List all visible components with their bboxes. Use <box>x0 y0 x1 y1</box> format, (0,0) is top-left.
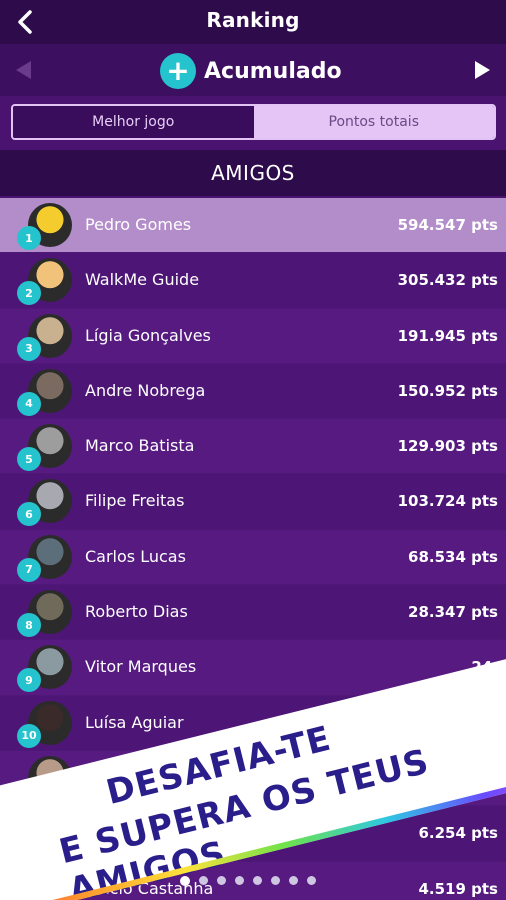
player-name: Lígia Gonçalves <box>85 325 211 345</box>
page-dot[interactable] <box>289 876 298 885</box>
player-name: Marco Batista <box>85 436 195 456</box>
ranking-row[interactable]: 10 Luísa Aguiar <box>0 695 506 751</box>
ranking-row[interactable]: 4 Andre Nobrega 150.952 pts <box>0 363 506 420</box>
ranking-row[interactable]: 2 WalkMe Guide 305.432 pts <box>0 253 506 309</box>
player-name: Vitor Marques <box>85 657 197 677</box>
rank-badge: 9 <box>17 668 41 693</box>
page-title: Ranking <box>206 8 300 32</box>
period-label-group: + Acumulado <box>160 52 342 90</box>
ranking-type-tabs: Melhor jogo Pontos totais <box>11 104 496 140</box>
player-points: 594.547 pts <box>397 216 498 234</box>
player-name: Filipe Freitas <box>85 491 185 511</box>
section-title: AMIGOS <box>0 150 506 196</box>
player-points: 305.432 pts <box>397 271 498 290</box>
header-bar: Ranking <box>0 0 506 44</box>
player-points: 24. <box>471 658 498 677</box>
tab-pontos-totais[interactable]: Pontos totais <box>253 106 494 138</box>
page-dot[interactable] <box>271 876 280 885</box>
page-dot[interactable] <box>307 876 316 885</box>
avatar <box>28 811 72 856</box>
ranking-row[interactable]: 8 Roberto Dias 28.347 pts <box>0 585 506 641</box>
ranking-row[interactable]: 9 Vitor Marques 24. <box>0 640 506 696</box>
player-points: 68.534 pts <box>408 547 498 566</box>
player-name: Pedro Gomes <box>85 215 192 234</box>
rank-badge: 4 <box>17 391 41 416</box>
player-points: 28.347 pts <box>408 603 498 622</box>
ranking-row[interactable]: 6.254 pts <box>0 806 506 862</box>
period-label: Acumulado <box>204 58 342 84</box>
ranking-row[interactable]: 6 Filipe Freitas 103.724 pts <box>0 474 506 530</box>
player-points: 11.145 pts <box>408 768 498 787</box>
page-dot[interactable] <box>235 876 244 885</box>
avatar <box>28 755 72 800</box>
rank-badge: 1 <box>17 226 41 250</box>
page-dot[interactable] <box>180 876 190 886</box>
next-arrow-icon[interactable] <box>475 61 490 79</box>
player-points: 103.724 pts <box>397 492 498 511</box>
player-name: Andre Nobrega <box>85 380 206 400</box>
ranking-row[interactable]: 11.145 pts <box>0 750 506 807</box>
player-name: WalkMe Guide <box>85 270 200 290</box>
rank-badge: 3 <box>17 336 41 361</box>
avatar <box>28 866 72 900</box>
player-points: 150.952 pts <box>397 381 498 400</box>
ranking-row[interactable]: 5 Marco Batista 129.903 pts <box>0 419 506 475</box>
player-points: 191.945 pts <box>397 326 498 345</box>
plus-icon: + <box>160 53 196 89</box>
period-selector: + Acumulado <box>0 44 506 96</box>
page-dot[interactable] <box>253 876 262 885</box>
player-name: Carlos Lucas <box>85 546 186 566</box>
player-name: Roberto Dias <box>85 602 188 622</box>
ranking-row[interactable]: 7 Carlos Lucas 68.534 pts <box>0 529 506 586</box>
rank-badge: 5 <box>17 447 41 472</box>
ranking-row[interactable]: 3 Lígia Gonçalves 191.945 pts <box>0 308 506 364</box>
rank-badge: 7 <box>17 557 41 582</box>
ranking-list: 1 Pedro Gomes 594.547 pts 2 WalkMe Guide 305.… <box>0 198 506 900</box>
player-points: 129.903 pts <box>397 437 498 456</box>
rank-badge: 6 <box>17 502 41 527</box>
ranking-row[interactable]: 1 Pedro Gomes 594.547 pts <box>0 198 506 254</box>
rank-badge: 2 <box>17 281 41 306</box>
player-name: Luísa Aguiar <box>85 712 184 732</box>
previous-arrow-icon[interactable] <box>16 61 31 79</box>
page-indicator <box>180 876 316 886</box>
page-dot[interactable] <box>199 876 208 885</box>
rank-badge: 8 <box>17 613 41 638</box>
tab-melhor-jogo[interactable]: Melhor jogo <box>13 106 254 138</box>
page-dot[interactable] <box>217 876 226 885</box>
rank-badge: 10 <box>17 723 41 748</box>
player-points: 6.254 pts <box>418 824 498 843</box>
player-points: 4.519 pts <box>418 879 498 898</box>
